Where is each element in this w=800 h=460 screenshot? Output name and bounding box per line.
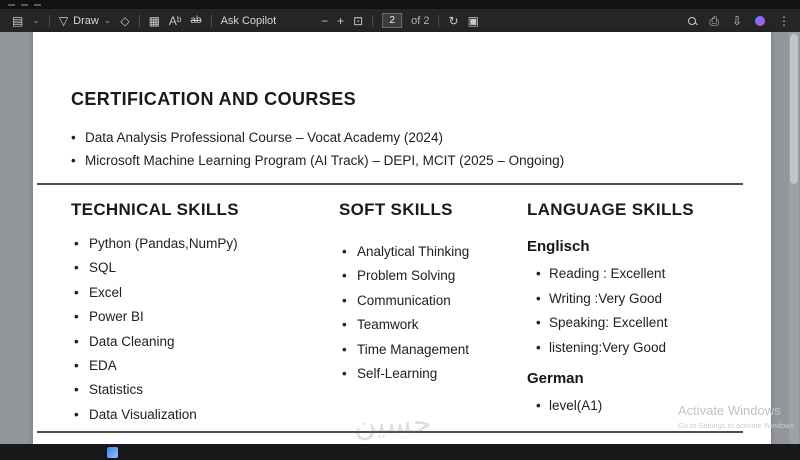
search-icon[interactable] (688, 16, 697, 25)
skill-item: Excel (71, 281, 321, 306)
zoom-in-button[interactable]: + (337, 15, 344, 27)
page-view-icon[interactable]: ▣ (468, 15, 479, 27)
skill-item: Self-Learning (339, 362, 529, 387)
skill-item: Statistics (71, 378, 321, 403)
skill-item: Teamwork (339, 313, 529, 338)
toolbar-divider (210, 14, 212, 27)
technical-skills-title: TECHNICAL SKILLS (71, 200, 239, 219)
zoom-out-button[interactable]: − (321, 15, 328, 27)
save-icon[interactable]: ⇩ (732, 15, 742, 27)
soft-skills-list: Analytical ThinkingProblem SolvingCommun… (339, 240, 529, 387)
language-skills-section: LANGUAGE SKILLS Englisch Reading : Excel… (527, 200, 762, 419)
certification-item: Microsoft Machine Learning Program (AI T… (71, 149, 751, 172)
activate-windows-watermark: Activate Windows Go to Settings to activ… (678, 403, 795, 431)
read-aloud-icon[interactable]: Aᵇ (169, 15, 182, 27)
fit-to-width-icon[interactable]: ⊡ (353, 15, 363, 27)
draw-tool-button[interactable]: ▽ Draw ⌄ (59, 15, 111, 27)
skill-item: Python (Pandas,NumPy) (71, 232, 321, 257)
titlebar-decor (8, 3, 15, 6)
more-options-icon[interactable]: ⋮ (778, 15, 790, 27)
language-group-name: Englisch (527, 238, 590, 255)
toolbar-divider (48, 14, 50, 27)
scrollbar-thumb[interactable] (790, 34, 798, 184)
text-tool-icon[interactable]: ab (190, 15, 201, 26)
scrollbar[interactable] (789, 32, 799, 444)
chevron-down-icon: ⌄ (103, 15, 112, 25)
pdf-page: CERTIFICATION AND COURSES Data Analysis … (33, 32, 771, 444)
pdf-viewer-background: CERTIFICATION AND COURSES Data Analysis … (0, 32, 800, 444)
rotate-icon[interactable]: ↻ (449, 15, 459, 27)
language-group-name: German (527, 370, 584, 388)
taskbar (0, 444, 800, 460)
page-number-input[interactable] (382, 13, 403, 28)
technical-skills-section: TECHNICAL SKILLS Python (Pandas,NumPy)SQ… (71, 200, 321, 428)
skill-item: Data Cleaning (71, 330, 321, 355)
eraser-icon[interactable]: ◇ (120, 15, 129, 27)
skill-item: Time Management (339, 338, 529, 363)
taskbar-app-icon[interactable] (107, 446, 118, 458)
chevron-down-icon[interactable]: ⌄ (32, 16, 40, 25)
site-watermark: حسين (354, 407, 432, 440)
skill-item: EDA (71, 354, 321, 379)
text-highlight-icon[interactable]: ▦ (149, 15, 160, 27)
ask-copilot-button[interactable]: Ask Copilot (221, 15, 277, 27)
pdf-toolbar: ▤ ⌄ ▽ Draw ⌄ ◇ ▦ Aᵇ ab Ask Copilot − + ⊡… (0, 9, 800, 32)
language-level-item: listening:Very Good (527, 336, 762, 361)
language-level-item: Reading : Excellent (527, 262, 762, 287)
toolbar-divider (138, 14, 140, 27)
language-level-list: Reading : ExcellentWriting :Very GoodSpe… (527, 262, 762, 360)
draw-label: Draw (73, 14, 99, 27)
toolbar-divider (438, 14, 440, 27)
skill-item: SQL (71, 256, 321, 281)
toolbar-divider (372, 14, 374, 27)
soft-skills-section: SOFT SKILLS Analytical ThinkingProblem S… (339, 200, 529, 387)
page-count-label: of 2 (411, 14, 430, 27)
skill-item: Communication (339, 289, 529, 314)
copilot-icon[interactable] (755, 15, 765, 26)
activate-windows-line1: Activate Windows (678, 403, 781, 418)
section-divider-line (37, 183, 743, 185)
technical-skills-list: Python (Pandas,NumPy)SQLExcelPower BIDat… (71, 232, 321, 428)
skill-item: Power BI (71, 305, 321, 330)
language-level-item: Writing :Very Good (527, 287, 762, 312)
activate-windows-line2: Go to Settings to activate Windows (678, 421, 795, 430)
certification-list: Data Analysis Professional Course – Voca… (71, 126, 751, 172)
certification-item: Data Analysis Professional Course – Voca… (71, 126, 751, 149)
skill-item: Analytical Thinking (339, 240, 529, 265)
language-skills-title: LANGUAGE SKILLS (527, 200, 694, 219)
window-titlebar (0, 0, 800, 9)
titlebar-decor (34, 3, 41, 6)
certification-title: CERTIFICATION AND COURSES (71, 89, 357, 109)
side-panel-icon[interactable]: ▤ (12, 15, 23, 27)
language-level-item: Speaking: Excellent (527, 311, 762, 336)
skill-item: Data Visualization (71, 403, 321, 428)
soft-skills-title: SOFT SKILLS (339, 200, 453, 219)
print-icon[interactable]: ⎙ (709, 15, 719, 27)
titlebar-decor (21, 3, 28, 6)
draw-icon: ▽ (58, 13, 69, 28)
certification-section: CERTIFICATION AND COURSES Data Analysis … (71, 88, 751, 172)
skill-item: Problem Solving (339, 264, 529, 289)
